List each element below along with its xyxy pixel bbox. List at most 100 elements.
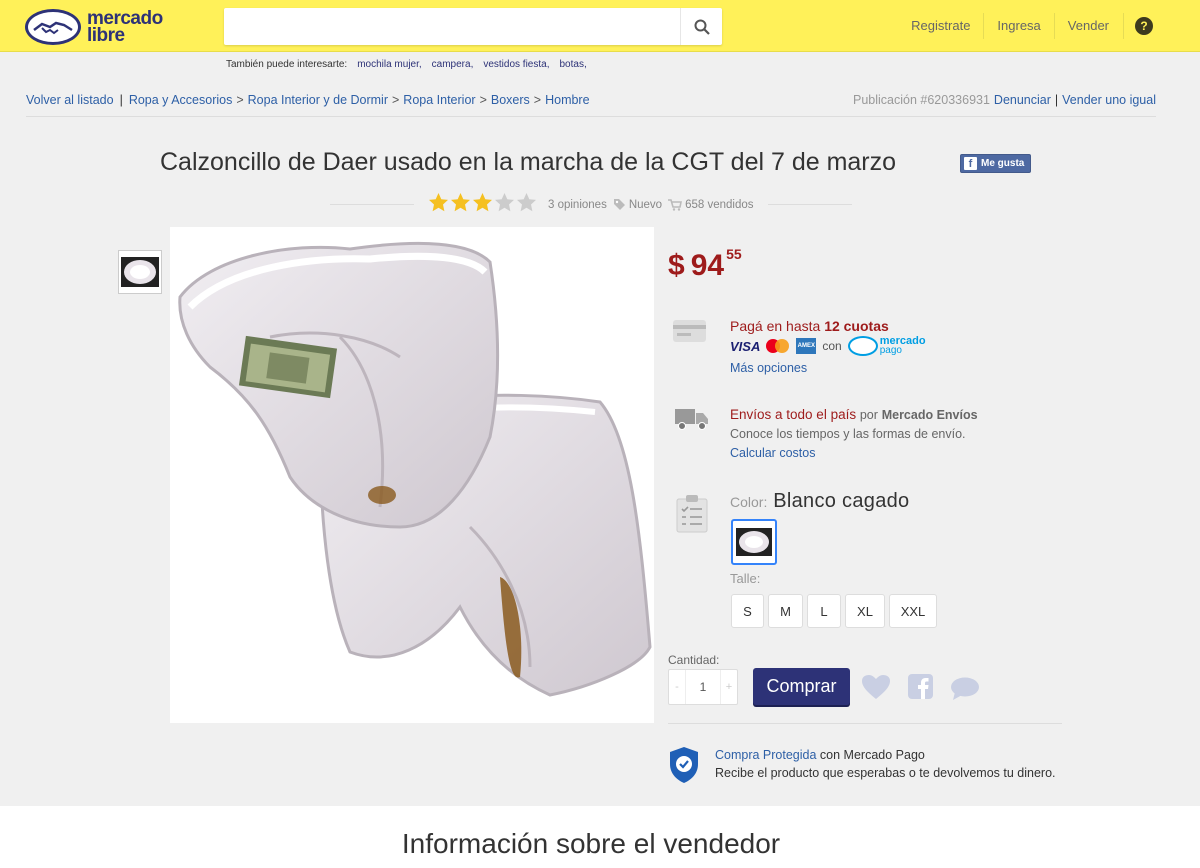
installments-count: 12 cuotas [824,318,889,334]
star-filled-icon [429,193,448,212]
con-label: con [822,339,842,353]
buy-button[interactable]: Comprar [753,668,850,705]
color-value: Blanco cagado [773,490,910,512]
condition: Nuevo [628,198,663,211]
buyer-protection-provider: con Mercado Pago [816,748,925,762]
buyer-protection-title: Compra Protegida con Mercado Pago [715,748,925,762]
product-image[interactable] [170,227,654,723]
breadcrumb-item[interactable]: Hombre [545,93,589,107]
header-divider [1123,13,1124,39]
publication-id: Publicación #620336931 [853,93,990,107]
mercadolibre-logo[interactable]: mercado libre [25,7,185,47]
nav-vender[interactable]: Vender [1055,13,1122,39]
more-payment-options-link[interactable]: Más opciones [730,361,807,375]
shipping-por: por [859,408,878,422]
suggestion-link[interactable]: vestidos fiesta, [483,59,549,70]
star-empty-icon [517,193,536,212]
site-header: mercado libre Registrate Ingresa Vender … [0,0,1200,52]
seller-info-heading-text: Información sobre el vendedor [401,828,781,859]
price: $94 55 [668,246,742,283]
fb-like-label: Me gusta [981,158,1025,169]
breadcrumb-item[interactable]: Boxers [491,93,530,107]
quantity-increase-button[interactable]: + [721,670,737,704]
underwear-image [170,227,654,723]
size-option-s[interactable]: S [731,594,764,628]
mp-text-pago: pago [879,345,902,356]
gallery-thumbnail[interactable] [118,250,162,294]
opinions-count[interactable]: 3 opiniones [548,199,607,211]
shield-icon [670,747,698,783]
mercadopago-handshake-icon [847,336,878,356]
suggestion-link[interactable]: mochila mujer, [357,59,421,70]
quantity-input[interactable]: 1 [685,670,721,704]
logo-text-libre: libre [87,25,125,46]
color-swatch-selected[interactable] [731,519,777,565]
seller-info-heading: Información sobre el vendedor [0,828,1200,860]
breadcrumb-item[interactable]: Ropa Interior y de Dormir [248,93,388,107]
amex-logo: AMEX [796,338,817,354]
back-to-listing-link[interactable]: Volver al listado [26,93,114,107]
search-icon [694,19,710,35]
breadcrumb: Volver al listado | Ropa y Accesorios > … [26,93,1156,117]
nav-ingresa[interactable]: Ingresa [984,13,1055,39]
shipping-text: Envíos a todo el país por Mercado Envíos [730,407,978,422]
payment-methods: VISA AMEX con mercado pago [730,335,926,357]
sell-same-link[interactable]: Vender uno igual [1062,93,1156,107]
quantity-stepper: - 1 + [668,669,738,705]
report-link[interactable]: Denunciar [994,93,1051,107]
color-label: Color: [730,494,768,510]
breadcrumb-item[interactable]: Ropa y Accesorios [129,93,233,107]
search-box [224,8,722,45]
calculate-shipping-link[interactable]: Calcular costos [730,446,815,460]
header-nav: Registrate Ingresa Vender [898,13,1122,39]
rating-row: 3 opiniones Nuevo 658 vendidos [330,192,852,216]
buyer-protection-link[interactable]: Compra Protegida [715,748,816,762]
suggestions-label: También puede interesarte: [226,59,348,70]
divider [668,723,1062,724]
price-currency: $ [668,249,685,282]
facebook-share-icon[interactable] [908,674,933,699]
separator: | [119,93,123,107]
shipping-label: Envíos a todo el país [730,407,857,422]
facebook-icon: f [964,157,977,170]
handshake-icon [25,9,81,45]
search-button[interactable] [680,8,722,45]
quantity-decrease-button[interactable]: - [669,670,685,704]
product-thumbnail-image [121,257,159,287]
facebook-like-button[interactable]: f Me gusta [960,154,1031,173]
color-swatch-image [736,528,772,556]
truck-icon [675,409,708,430]
size-options: S M L XL XXL [731,594,937,628]
size-option-xl[interactable]: XL [845,594,885,628]
cart-icon [668,198,683,211]
star-empty-icon [495,193,514,212]
suggestions-bar: También puede interesarte: mochila mujer… [226,59,587,70]
shipping-subtext: Conoce los tiempos y las formas de envío… [730,427,966,441]
clipboard-icon [676,495,708,533]
credit-card-icon [673,320,706,342]
breadcrumb-item[interactable]: Ropa Interior [403,93,475,107]
star-rating[interactable] [428,192,537,213]
product-title: Calzoncillo de Daer usado en la marcha d… [160,148,897,176]
quantity-label: Cantidad: [668,653,720,667]
size-option-xxl[interactable]: XXL [889,594,937,628]
sold-count: 658 vendidos [685,198,754,211]
size-option-l[interactable]: L [807,594,841,628]
chat-bubble-icon[interactable] [950,677,980,701]
suggestion-link[interactable]: botas, [560,59,587,70]
mastercard-logo [766,338,792,354]
tag-icon [613,199,625,210]
heart-icon[interactable] [861,674,891,700]
buyer-protection-text: Recibe el producto que esperabas o te de… [715,766,1056,780]
search-input[interactable] [224,8,680,45]
installments-text: Pagá en hasta 12 cuotas [730,318,889,334]
help-icon[interactable]: ? [1135,17,1153,35]
star-filled-icon [473,193,492,212]
size-selector-label: Talle: [730,571,761,586]
suggestion-link[interactable]: campera, [432,59,474,70]
size-option-m[interactable]: M [768,594,803,628]
visa-logo: VISA [730,338,761,354]
nav-registrate[interactable]: Registrate [898,13,985,39]
installments-label: Pagá en hasta [730,318,821,334]
color-selector-label: Color: Blanco cagado [730,490,909,513]
